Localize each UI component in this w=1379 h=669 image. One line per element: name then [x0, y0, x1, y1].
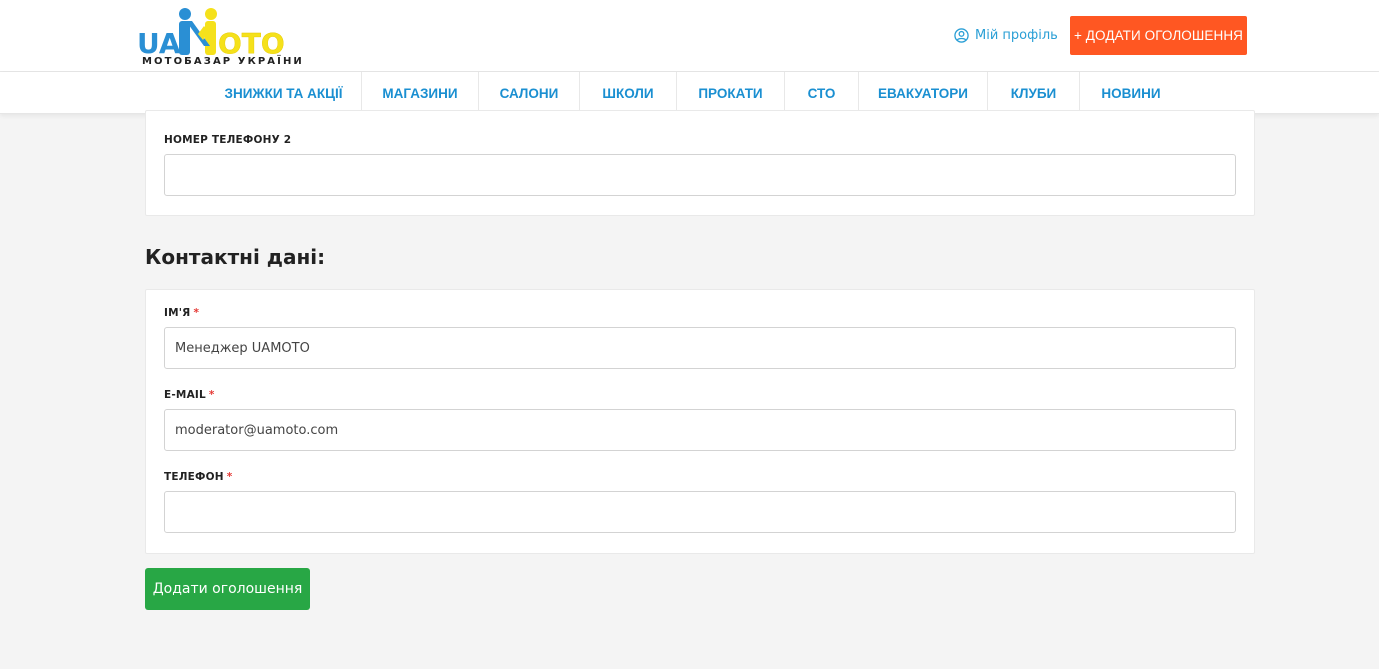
name-label: ІМ'Я *	[164, 307, 199, 319]
nav-item-salons[interactable]: САЛОНИ	[479, 72, 579, 114]
logo-oto-text: OTO	[218, 27, 285, 56]
name-label-text: ІМ'Я	[164, 307, 191, 319]
logo-graphic: UA OTO	[137, 8, 285, 56]
nav-item-news[interactable]: НОВИНИ	[1080, 72, 1182, 114]
phone-label: ТЕЛЕФОН *	[164, 471, 232, 483]
phone2-input[interactable]	[164, 154, 1236, 196]
user-circle-icon	[954, 27, 969, 43]
nav-item-discounts[interactable]: ЗНИЖКИ ТА АКЦІЇ	[206, 72, 361, 114]
my-profile-label: Мій профіль	[975, 27, 1058, 43]
nav-item-shops[interactable]: МАГАЗИНИ	[362, 72, 478, 114]
contacts-card: ІМ'Я* E-MAIL* ТЕЛЕФОН*	[145, 289, 1255, 554]
main-nav: ЗНИЖКИ ТА АКЦІЇ МАГАЗИНИ САЛОНИ ШКОЛИ ПР…	[0, 72, 1379, 114]
site-logo[interactable]: UA OTO МОТОБАЗАР УКРАЇНИ	[137, 6, 302, 68]
nav-item-clubs[interactable]: КЛУБИ	[988, 72, 1079, 114]
nav-item-tow-trucks[interactable]: ЕВАКУАТОРИ	[859, 72, 987, 114]
required-asterisk: *	[208, 389, 215, 401]
submit-listing-button[interactable]: Додати оголошення	[145, 568, 310, 610]
email-label: E-MAIL *	[164, 389, 215, 401]
phone-input[interactable]	[164, 491, 1236, 533]
phone-label-text: ТЕЛЕФОН	[164, 471, 224, 483]
add-listing-header-button[interactable]: + ДОДАТИ ОГОЛОШЕННЯ	[1070, 16, 1247, 55]
required-asterisk: *	[226, 471, 233, 483]
required-asterisk: *	[193, 307, 200, 319]
nav-item-schools[interactable]: ШКОЛИ	[580, 72, 676, 114]
contacts-section-title: Контактні дані:	[145, 245, 326, 269]
logo-tagline: МОТОБАЗАР УКРАЇНИ	[142, 56, 304, 67]
phone-card: НОМЕР ТЕЛЕФОНУ 2	[145, 110, 1255, 216]
name-input[interactable]	[164, 327, 1236, 369]
nav-item-service[interactable]: СТО	[785, 72, 858, 114]
phone2-label: НОМЕР ТЕЛЕФОНУ 2	[164, 134, 292, 146]
email-label-text: E-MAIL	[164, 389, 206, 401]
site-header: UA OTO МОТОБАЗАР УКРАЇНИ Мій профіль + Д…	[0, 0, 1379, 72]
my-profile-link[interactable]: Мій профіль	[954, 26, 1058, 44]
logo-ua-text: UA	[137, 27, 181, 56]
nav-item-rentals[interactable]: ПРОКАТИ	[677, 72, 784, 114]
email-input[interactable]	[164, 409, 1236, 451]
